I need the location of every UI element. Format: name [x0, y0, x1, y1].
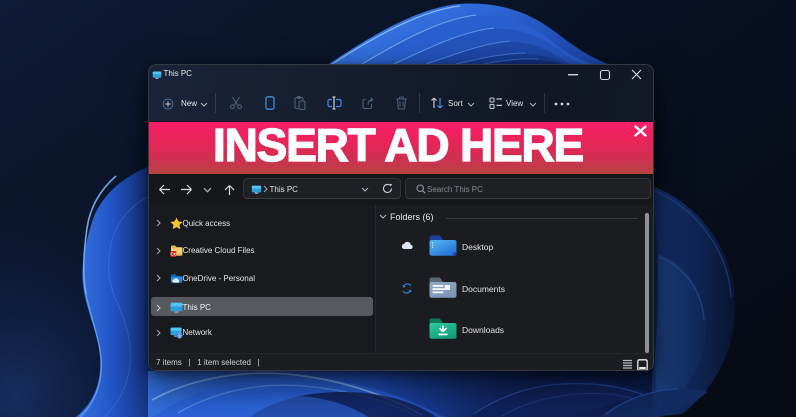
- svg-text:Cc: Cc: [170, 252, 176, 257]
